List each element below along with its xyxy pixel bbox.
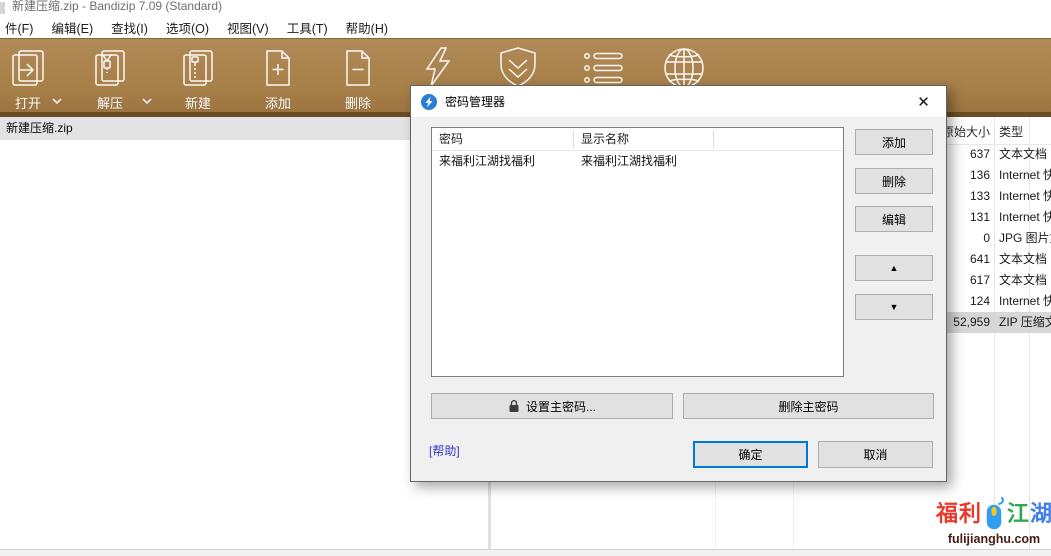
delete-files-icon <box>337 45 379 91</box>
menu-tools[interactable]: 工具(T) <box>278 18 337 37</box>
watermark-char: 江 <box>1007 503 1029 525</box>
menu-edit[interactable]: 编辑(E) <box>42 18 102 37</box>
bandizip-logo-icon <box>421 94 437 110</box>
table-header-password[interactable]: 密码 <box>432 128 574 150</box>
new-archive-button[interactable]: 新建 <box>172 45 224 112</box>
new-archive-icon <box>177 45 219 91</box>
password-manager-dialog: 密码管理器 ✕ 密码 显示名称 来福利江湖找福利 来福利江湖找福利 添加 删除 … <box>410 85 947 482</box>
menu-options[interactable]: 选项(O) <box>157 18 218 37</box>
ok-button[interactable]: 确定 <box>693 441 808 468</box>
mouse-icon <box>983 497 1005 531</box>
set-master-password-button[interactable]: 设置主密码... <box>431 393 673 419</box>
dialog-titlebar[interactable]: 密码管理器 ✕ <box>411 86 946 117</box>
move-up-button[interactable]: ▲ <box>855 255 933 281</box>
open-archive-icon <box>7 45 49 91</box>
delete-password-button[interactable]: 删除 <box>855 168 933 194</box>
add-files-icon <box>257 45 299 91</box>
window-title: 新建压缩.zip - Bandizip 7.09 (Standard) <box>12 0 222 14</box>
menu-find[interactable]: 查找(I) <box>102 18 157 37</box>
app-icon <box>0 2 5 14</box>
extract-dropdown-chevron[interactable] <box>140 97 154 106</box>
window-titlebar: 新建压缩.zip - Bandizip 7.09 (Standard) <box>0 0 1051 17</box>
site-watermark: 福 利 江 湖 fulijianghu.com <box>941 497 1047 549</box>
open-dropdown-chevron[interactable] <box>50 97 64 106</box>
password-table[interactable]: 密码 显示名称 来福利江湖找福利 来福利江湖找福利 <box>431 127 844 377</box>
add-password-button[interactable]: 添加 <box>855 129 933 155</box>
cancel-button[interactable]: 取消 <box>818 441 933 468</box>
watermark-char: 利 <box>959 503 981 525</box>
status-bar <box>0 549 1051 556</box>
open-button[interactable]: 打开 <box>2 45 54 112</box>
move-down-button[interactable]: ▼ <box>855 294 933 320</box>
watermark-char: 湖 <box>1030 503 1051 525</box>
watermark-domain: fulijianghu.com <box>941 532 1047 546</box>
table-header-display-name[interactable]: 显示名称 <box>574 128 714 150</box>
menu-bar: 件(F) 编辑(E) 查找(I) 选项(O) 视图(V) 工具(T) 帮助(H) <box>0 17 1051 38</box>
column-header-size[interactable]: 原始大小 <box>942 123 990 140</box>
delete-files-button[interactable]: 删除 <box>332 45 384 112</box>
column-header-type[interactable]: 类型 <box>999 123 1023 140</box>
menu-file[interactable]: 件(F) <box>0 18 42 37</box>
help-link[interactable]: [帮助] <box>429 442 460 459</box>
dialog-title: 密码管理器 <box>445 93 505 110</box>
lock-icon <box>508 399 520 413</box>
remove-master-password-button[interactable]: 删除主密码 <box>683 393 934 419</box>
extract-button[interactable]: 解压 <box>84 45 136 112</box>
close-icon[interactable]: ✕ <box>901 86 946 117</box>
edit-password-button[interactable]: 编辑 <box>855 206 933 232</box>
password-row[interactable]: 来福利江湖找福利 来福利江湖找福利 <box>432 151 843 171</box>
watermark-char: 福 <box>936 503 958 525</box>
extract-icon <box>89 45 131 91</box>
add-files-button[interactable]: 添加 <box>252 45 304 112</box>
menu-help[interactable]: 帮助(H) <box>337 18 397 37</box>
menu-view[interactable]: 视图(V) <box>218 18 278 37</box>
